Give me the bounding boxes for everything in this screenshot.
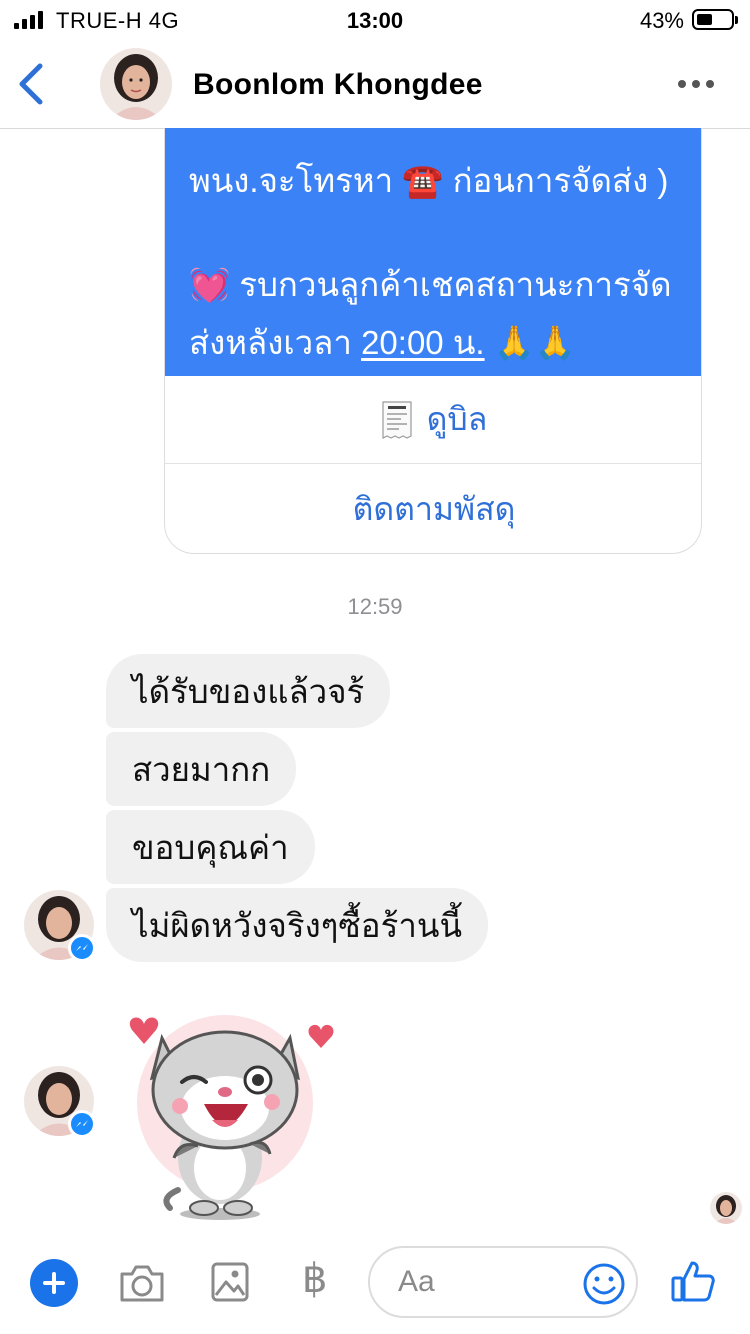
card-line-3: ส่งหลังเวลา 20:00 น. 🙏🙏	[189, 316, 576, 369]
card-line-3-suffix: 🙏🙏	[484, 324, 576, 361]
camera-icon[interactable]	[118, 1262, 166, 1304]
message-bubble[interactable]: ได้รับของแล้วจร้	[106, 654, 391, 728]
message-bubble[interactable]: สวยมากก	[106, 732, 297, 806]
message-bubble[interactable]: ขอบคุณค่า	[106, 810, 315, 884]
status-bar: TRUE-H 4G 13:00 43%	[0, 0, 750, 40]
messenger-icon	[68, 934, 96, 962]
card-line-2: 💓 รบกวนลูกค้าเชคสถานะการจัด	[189, 266, 672, 303]
order-card: พนง.จะโทรหา ☎️ ก่อนการจัดส่ง ) 💓 รบกวนลู…	[164, 128, 702, 554]
more-icon[interactable]	[678, 80, 714, 88]
chat-header: Boonlom Khongdee	[0, 40, 750, 129]
card-line-3-prefix: ส่งหลังเวลา	[189, 324, 362, 361]
view-bill-button[interactable]: ดูบิล	[165, 376, 701, 464]
message-input[interactable]	[398, 1262, 588, 1302]
baht-icon[interactable]: ฿	[302, 1256, 327, 1302]
contact-avatar[interactable]	[100, 48, 172, 120]
order-card-text: พนง.จะโทรหา ☎️ ก่อนการจัดส่ง ) 💓 รบกวนลู…	[165, 128, 701, 376]
contact-name[interactable]: Boonlom Khongdee	[193, 68, 483, 102]
battery-icon	[692, 9, 738, 30]
like-icon[interactable]	[670, 1258, 716, 1304]
messenger-icon	[68, 1110, 96, 1138]
cat-sticker[interactable]	[120, 1008, 340, 1228]
message-timestamp: 12:59	[347, 594, 403, 619]
back-icon[interactable]	[14, 60, 50, 108]
read-receipt-avatar	[710, 1192, 742, 1224]
delivery-time-link[interactable]: 20:00 น.	[361, 324, 484, 361]
card-line-1: พนง.จะโทรหา ☎️ ก่อนการจัดส่ง )	[189, 162, 669, 199]
plus-icon[interactable]	[30, 1259, 78, 1307]
message-input-box[interactable]	[368, 1246, 638, 1318]
message-composer: ฿	[0, 1236, 750, 1334]
emoji-icon[interactable]	[582, 1262, 626, 1306]
track-parcel-label: ติดตามพัสดุ	[352, 490, 516, 527]
status-time: 13:00	[346, 8, 404, 33]
track-parcel-button[interactable]: ติดตามพัสดุ	[165, 465, 701, 553]
gallery-icon[interactable]	[211, 1262, 249, 1302]
view-bill-label: ดูบิล	[426, 401, 488, 437]
message-bubble[interactable]: ไม่ผิดหวังจริงๆซื้อร้านนี้	[106, 888, 488, 962]
receipt-icon	[382, 400, 412, 439]
battery-percent: 43%	[639, 8, 684, 33]
